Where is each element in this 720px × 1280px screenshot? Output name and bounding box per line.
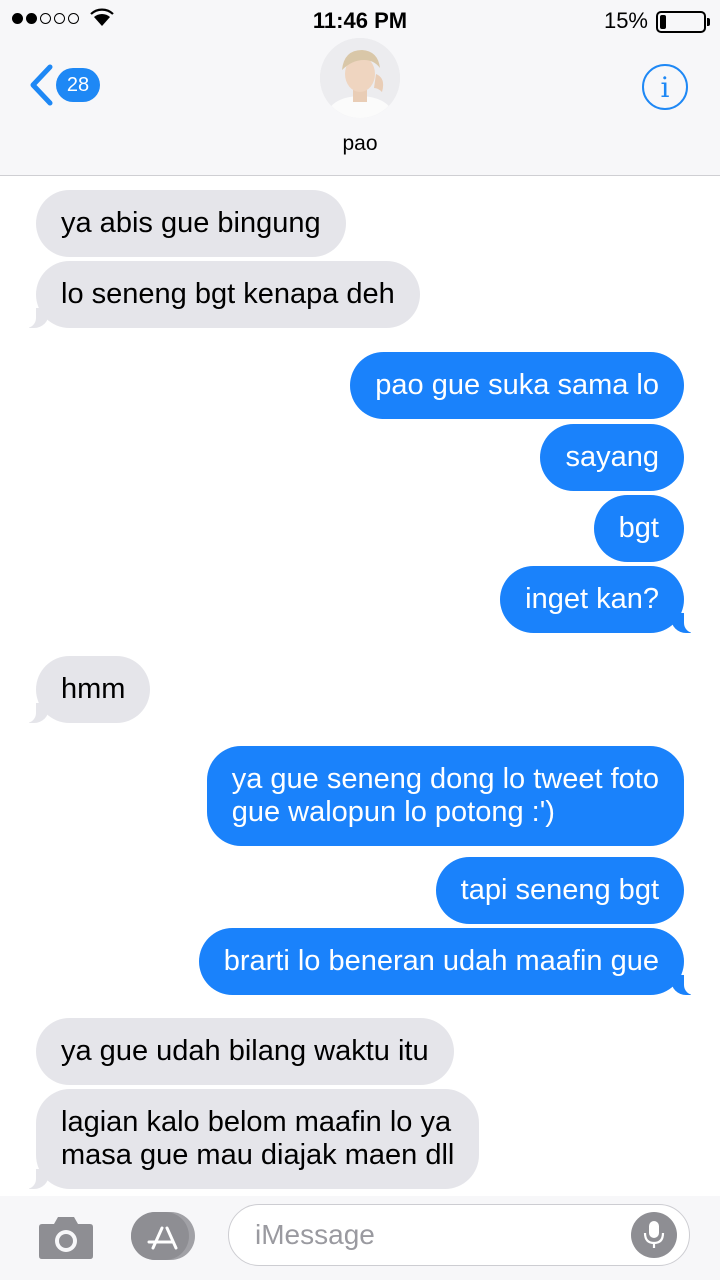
- message-line: ya gue seneng dong lo tweet foto: [231, 763, 659, 795]
- incoming-message[interactable]: ya gue udah bilang waktu itu: [36, 1018, 454, 1085]
- chevron-left-icon: [30, 64, 53, 106]
- incoming-message[interactable]: lo seneng bgt kenapa deh: [24, 261, 420, 328]
- outgoing-message[interactable]: inget kan?: [500, 566, 696, 633]
- battery-icon: [656, 11, 710, 33]
- incoming-message[interactable]: hmm: [23, 656, 151, 723]
- message-input[interactable]: iMessage: [228, 1204, 690, 1266]
- contact-name[interactable]: pao: [0, 132, 720, 156]
- unread-count-badge: 28: [56, 68, 100, 102]
- message-line: lagian kalo belom maafin lo ya: [61, 1106, 452, 1138]
- camera-icon[interactable]: [38, 1212, 94, 1260]
- avatar-image: [320, 38, 400, 118]
- outgoing-message[interactable]: sayang: [540, 424, 684, 491]
- back-button[interactable]: 28: [28, 64, 100, 106]
- incoming-message[interactable]: lagian kalo belom maafin lo ya masa gue …: [23, 1089, 480, 1189]
- contact-avatar[interactable]: [320, 38, 400, 118]
- outgoing-message[interactable]: bgt: [593, 495, 684, 562]
- outgoing-message[interactable]: pao gue suka sama lo: [350, 352, 684, 419]
- info-icon[interactable]: i: [642, 64, 688, 110]
- app-store-icon[interactable]: [131, 1212, 195, 1260]
- status-bar: 11:46 PM 15%: [0, 0, 720, 42]
- outgoing-message[interactable]: tapi seneng bgt: [435, 857, 684, 924]
- compose-bar: iMessage: [0, 1196, 720, 1280]
- battery-percent: 15%: [603, 8, 648, 33]
- outgoing-message[interactable]: ya gue seneng dong lo tweet foto gue wal…: [206, 746, 684, 846]
- incoming-message[interactable]: ya abis gue bingung: [36, 190, 346, 257]
- message-line: gue walopun lo potong :'): [231, 796, 555, 828]
- outgoing-message[interactable]: brarti lo beneran udah maafin gue: [198, 928, 697, 995]
- message-line: masa gue mau diajak maen dll: [61, 1139, 455, 1171]
- message-input-placeholder: iMessage: [255, 1219, 375, 1250]
- microphone-icon[interactable]: [631, 1212, 677, 1258]
